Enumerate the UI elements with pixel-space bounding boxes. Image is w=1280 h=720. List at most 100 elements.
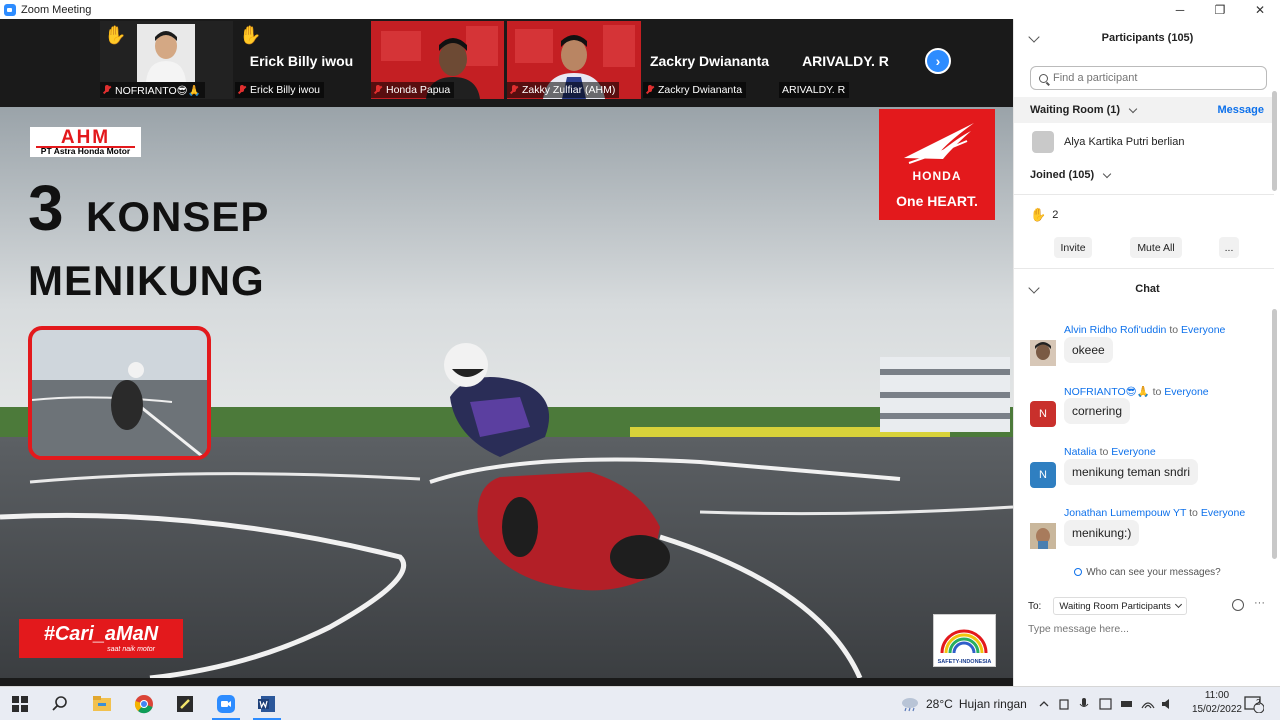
chat-title: Chat <box>1135 283 1160 295</box>
raised-hand-icon: ✋ <box>239 25 262 45</box>
participant-name-label: Erick Billy iwou <box>235 82 325 98</box>
participant-big-name: Erick Billy iwou <box>249 53 354 69</box>
tray-icons <box>1039 698 1169 710</box>
search-input[interactable] <box>1053 72 1243 84</box>
sticky-notes-icon[interactable] <box>175 694 195 714</box>
participants-scrollbar[interactable] <box>1272 91 1277 191</box>
avatar: N <box>1030 401 1056 427</box>
rainbow-icon <box>940 629 988 654</box>
window-controls: ─ ❐ ✕ <box>1160 0 1280 19</box>
who-can-see-link[interactable]: Who can see your messages? <box>1014 567 1280 578</box>
search-icon[interactable] <box>50 694 70 714</box>
raised-hands-count: ✋ 2 <box>1030 207 1058 223</box>
recipient-value: Waiting Room Participants <box>1059 600 1171 612</box>
chat-sender-line: NOFRIANTO😎🙏 to Everyone <box>1064 385 1209 398</box>
weather-widget[interactable]: 28°C Hujan ringan <box>900 687 1027 720</box>
muted-mic-icon <box>103 85 111 95</box>
participant-name-label: Zackry Dwiananta <box>643 82 747 98</box>
mute-all-button[interactable]: Mute All <box>1130 237 1182 258</box>
minimize-button[interactable]: ─ <box>1160 0 1200 19</box>
chat-bubble: menikung teman sndri <box>1064 459 1199 485</box>
clock-time: 11:00 <box>1204 690 1230 701</box>
waiting-participant[interactable]: Alya Kartika Putri berlian <box>1032 131 1184 153</box>
chat-bubble: cornering <box>1064 398 1131 424</box>
video-tile[interactable]: Honda Papua <box>371 21 504 99</box>
participant-name-label: NOFRIANTO😎🙏 <box>100 82 205 98</box>
video-tile[interactable]: ✋ NOFRIANTO😎🙏 <box>100 21 233 99</box>
who-can-see-text: Who can see your messages? <box>1086 567 1221 578</box>
slide-title-word: KONSEP <box>86 193 270 240</box>
notification-count: 2 <box>1256 698 1261 707</box>
chat-sender[interactable]: Natalia <box>1064 446 1097 458</box>
chat-sender[interactable]: Alvin Ridho Rofi'uddin <box>1064 324 1166 336</box>
waiting-room-row[interactable]: Waiting Room (1) Message <box>1014 97 1274 123</box>
video-tile[interactable]: ARIVALDY. R ARIVALDY. R <box>779 21 912 99</box>
close-button[interactable]: ✕ <box>1240 0 1280 19</box>
search-icon <box>1039 73 1048 83</box>
collapse-participants-chevron-icon[interactable] <box>1028 31 1040 43</box>
participants-header: Participants (105) <box>1014 19 1280 57</box>
cari-aman-badge: #Cari_aMaN saat naik motor <box>19 619 183 658</box>
word-icon[interactable] <box>257 694 277 714</box>
taskbar-clock[interactable]: 11:00 15/02/2022 <box>1192 689 1242 717</box>
chat-recipient: Everyone <box>1111 446 1156 458</box>
avatar-photo <box>1030 340 1056 366</box>
chat-recipient: Everyone <box>1200 507 1246 519</box>
file-explorer-icon[interactable] <box>92 694 112 714</box>
next-page-button[interactable]: › <box>925 48 951 74</box>
more-options-button[interactable]: ... <box>1219 237 1239 258</box>
video-tile-active-speaker[interactable]: Zakky Zulfiar (AHM) <box>507 21 641 99</box>
weather-temperature: 28°C <box>926 697 953 711</box>
participant-name: Zackry Dwiananta <box>658 84 743 96</box>
to-word: to <box>1099 446 1109 458</box>
collapse-chat-chevron-icon[interactable] <box>1028 282 1040 294</box>
chat-message-input[interactable] <box>1028 619 1268 639</box>
maximize-button[interactable]: ❐ <box>1200 0 1240 19</box>
muted-mic-icon <box>646 85 654 95</box>
emoji-icon[interactable] <box>1232 599 1244 611</box>
title-bar: Zoom Meeting ─ ❐ ✕ <box>0 0 1280 19</box>
notification-center[interactable]: 2 <box>1244 687 1264 720</box>
one-heart-tagline: One HEART. <box>896 193 978 209</box>
shared-screen[interactable]: AHM PT Astra Honda Motor 3 KONSEP MENIKU… <box>0 107 1013 678</box>
divider <box>1014 268 1274 269</box>
windows-start-icon[interactable] <box>10 694 30 714</box>
window-title: Zoom Meeting <box>21 3 92 16</box>
participant-name: Zakky Zulfiar (AHM) <box>522 84 616 96</box>
chat-sender-line: Jonathan Lumempouw YT to Everyone <box>1064 507 1245 519</box>
video-tile[interactable]: Zackry Dwiananta Zackry Dwiananta <box>643 21 776 99</box>
cari-aman-text: #Cari_aMaN <box>43 623 159 645</box>
inset-photo <box>32 330 207 456</box>
participant-name: Alya Kartika Putri berlian <box>1064 136 1185 148</box>
ahm-logo: AHM PT Astra Honda Motor <box>30 127 141 157</box>
recipient-dropdown[interactable]: Waiting Room Participants <box>1053 597 1187 615</box>
invite-button[interactable]: Invite <box>1054 237 1092 258</box>
slide-number: 3 <box>28 172 64 244</box>
slide-title-line2: MENIKUNG <box>28 257 265 304</box>
chat-bubble: okeee <box>1064 337 1113 363</box>
weather-description: Hujan ringan <box>958 697 1027 711</box>
chat-more-button[interactable]: ··· <box>1254 597 1265 609</box>
chat-scrollbar[interactable] <box>1272 309 1277 559</box>
chat-sender[interactable]: NOFRIANTO😎🙏 <box>1064 386 1150 398</box>
avatar <box>1030 340 1056 366</box>
muted-mic-icon <box>374 85 382 95</box>
chat-sender[interactable]: Jonathan Lumempouw YT <box>1064 507 1186 519</box>
zoom-taskbar-icon[interactable] <box>216 694 236 714</box>
muted-mic-icon <box>238 85 246 95</box>
strip-divider <box>0 99 1013 107</box>
chevron-down-icon <box>1102 169 1112 178</box>
participant-search[interactable] <box>1030 66 1267 90</box>
windows-taskbar: 28°C Hujan ringan 11:00 15/02/2022 2 <box>0 686 1280 720</box>
chevron-down-icon <box>1128 104 1138 113</box>
chrome-icon[interactable] <box>134 694 154 714</box>
joined-section-toggle[interactable]: Joined (105) <box>1030 169 1112 181</box>
video-tile[interactable]: ✋ Erick Billy iwou Erick Billy iwou <box>235 21 368 99</box>
message-button[interactable]: Message <box>1218 104 1264 116</box>
divider <box>1014 194 1274 195</box>
video-strip: ✋ NOFRIANTO😎🙏 ✋ Erick Billy iwou Erick B… <box>0 19 1013 99</box>
chat-bubble: menikung:) <box>1064 520 1140 546</box>
safety-indonesia-text: SAFETY-INDONESIA <box>937 659 992 665</box>
participant-big-name: Zackry Dwiananta <box>649 53 770 69</box>
honda-wordmark: HONDA <box>912 169 962 183</box>
